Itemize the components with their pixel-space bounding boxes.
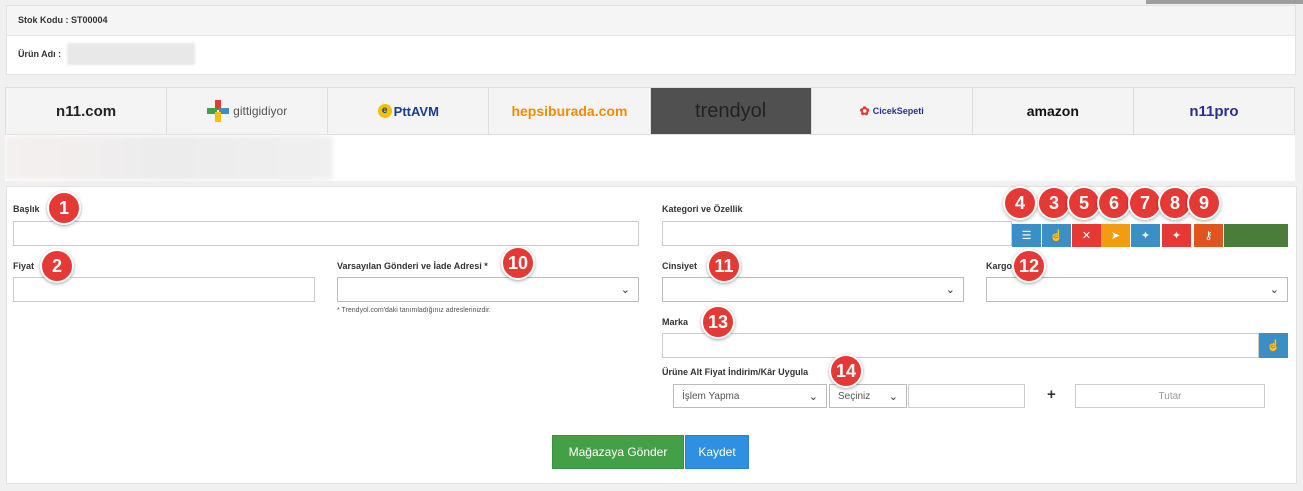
tab-trendyol[interactable]: trendyol [650,88,812,134]
price-label: Fiyat [13,261,35,271]
shipping-select[interactable]: ⌄ [337,277,639,302]
badge-11: 11 [707,249,741,283]
gittigidiyor-cross-icon [207,100,230,122]
discount-type-select[interactable]: Seçiniz ⌄ [829,384,907,408]
title-input[interactable] [13,221,639,246]
amount-input[interactable]: Tutar [1075,384,1265,408]
badge-12: 12 [1012,249,1046,283]
badge-13: 13 [701,305,735,339]
chevron-down-icon: ⌄ [945,284,955,296]
tab-gittigidiyor[interactable]: gittigidiyor [167,88,329,134]
key-icon[interactable]: ⚷ [1194,224,1223,247]
hand-pointer-icon[interactable]: ☝ [1259,333,1288,358]
product-header: Stok Kodu : ST00004 Ürün Adı : [6,5,1296,75]
gender-select[interactable]: ⌄ [662,277,964,302]
green-action-button[interactable] [1224,224,1288,247]
send-to-store-button[interactable]: Mağazaya Gönder [552,435,684,469]
n11-logo: n11.com [56,102,117,120]
discount-label: Ürüne Alt Fiyat İndirim/Kâr Uygula [662,367,809,377]
product-name-label: Ürün Adı : [18,49,62,59]
badge-3: 3 [1037,186,1071,220]
plus-sign: + [1047,386,1056,403]
chevron-down-icon: ⌄ [888,390,898,403]
save-button[interactable]: Kaydet [685,435,749,469]
badge-4: 4 [1003,186,1037,220]
brand-input[interactable] [662,333,1259,358]
pttavm-logo: e PttAVM [377,104,439,119]
stock-code: Stok Kodu : ST00004 [7,6,1295,36]
tab-n11pro[interactable]: n11pro [1133,88,1294,134]
close-icon[interactable]: ✕ [1072,224,1101,247]
tab-ciceksepeti[interactable]: ✿ CicekSepeti [811,88,973,134]
send-icon[interactable]: ➤ [1101,224,1130,247]
trendyol-logo: trendyol [694,99,767,122]
chevron-down-icon: ⌄ [620,284,630,296]
badge-9: 9 [1187,186,1221,220]
gender-label: Cinsiyet [662,261,698,271]
brand-label: Marka [662,317,689,327]
tab-amazon[interactable]: amazon [972,88,1134,134]
ciceksepeti-flower-icon: ✿ [859,104,870,118]
ptt-e-icon: e [377,104,392,118]
sliders-icon[interactable]: ☰ [1012,224,1041,247]
badge-7: 7 [1128,186,1162,220]
chevron-down-icon: ⌄ [1269,284,1279,296]
marketplace-panel: n11.com gittigidiyor e PttAVM hepsiburada… [5,87,1295,181]
discount-action-select[interactable]: İşlem Yapma ⌄ [673,384,827,408]
discount-value-input[interactable] [908,384,1025,408]
chevron-down-icon: ⌄ [808,390,818,403]
redacted-banner [5,136,333,180]
magic-wand-red-icon[interactable]: ✦ [1162,224,1191,247]
shipping-hint: * Trendyol.com'daki tanımladığınız adres… [337,307,491,314]
gittigidiyor-logo: gittigidiyor [207,100,287,122]
badge-2: 2 [40,249,74,283]
product-name-redacted [67,43,196,65]
amazon-logo: amazon [1026,103,1079,119]
cargo-label: Kargo [986,261,1013,271]
category-input[interactable] [662,221,1012,246]
listing-form: Başlık Fiyat Varsayılan Gönderi ve İade … [6,186,1297,484]
badge-6: 6 [1097,186,1131,220]
ciceksepeti-logo: ✿ CicekSepeti [859,104,924,118]
category-label: Kategori ve Özellik [662,204,743,214]
n11pro-logo: n11pro [1189,102,1239,120]
badge-1: 1 [47,191,81,225]
marketplace-tabs: n11.com gittigidiyor e PttAVM hepsiburada… [5,87,1295,135]
hepsiburada-logo: hepsiburada.com [511,103,628,119]
tab-hepsiburada[interactable]: hepsiburada.com [489,88,651,134]
badge-5: 5 [1067,186,1101,220]
tab-n11[interactable]: n11.com [6,88,168,134]
magic-wand-icon[interactable]: ✦ [1131,224,1160,247]
hand-pointer-icon[interactable]: ☝ [1042,224,1071,247]
badge-10: 10 [501,246,535,280]
shipping-label: Varsayılan Gönderi ve İade Adresi * [337,261,488,271]
tab-pttavm[interactable]: e PttAVM [328,88,490,134]
badge-14: 14 [829,354,863,388]
title-label: Başlık [13,204,40,214]
top-scroll-indicator [1146,0,1303,4]
